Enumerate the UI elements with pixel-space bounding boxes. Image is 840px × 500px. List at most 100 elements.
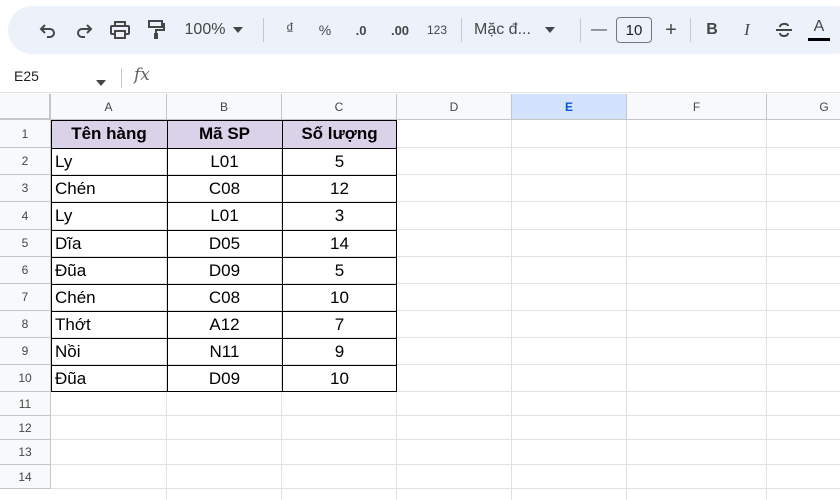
row-header-1[interactable]: 1 (0, 120, 51, 148)
table-border (51, 257, 397, 258)
table-cell[interactable]: Đũa (51, 257, 167, 284)
table-cell[interactable]: C08 (167, 175, 282, 202)
table-header-cell[interactable]: Mã SP (167, 120, 282, 148)
table-cell[interactable]: Thớt (51, 311, 167, 338)
table-cell[interactable]: L01 (167, 148, 282, 175)
row-header-14[interactable]: 14 (0, 465, 51, 489)
column-header-c[interactable]: C (282, 94, 397, 120)
increase-decimal-button[interactable]: .00 (384, 6, 416, 54)
toolbar-divider (263, 18, 264, 42)
zoom-value: 100% (184, 21, 226, 38)
row-gridline (51, 464, 840, 465)
table-cell[interactable]: Ly (51, 148, 167, 175)
font-family-value: Mặc đ... (474, 21, 531, 38)
chevron-down-icon (233, 27, 244, 33)
table-border (51, 120, 397, 121)
row-header-11[interactable]: 11 (0, 392, 51, 416)
row-header-8[interactable]: 8 (0, 311, 51, 338)
zoom-select[interactable]: 100% (180, 6, 248, 54)
formula-bar-divider (121, 68, 122, 88)
column-header-e[interactable]: E (512, 94, 627, 120)
table-cell[interactable]: C08 (167, 284, 282, 311)
text-color-button[interactable]: A (806, 6, 832, 54)
toolbar: 100% ₫ % .0 .00 123 Mặc đ... — 10 + B I … (0, 0, 840, 60)
chevron-down-icon (544, 27, 555, 33)
table-border (51, 230, 397, 231)
decrease-decimal-button[interactable]: .0 (347, 6, 375, 54)
table-header-cell[interactable]: Số lượng (282, 120, 397, 148)
bold-button[interactable]: B (700, 6, 724, 54)
number-format-button[interactable]: 123 (422, 6, 452, 54)
undo-icon[interactable] (36, 6, 60, 54)
percent-button[interactable]: % (313, 6, 337, 54)
table-border (167, 120, 168, 392)
column-header-d[interactable]: D (397, 94, 512, 120)
table-border (51, 311, 397, 312)
chevron-down-icon[interactable] (96, 73, 106, 91)
font-size-input[interactable]: 10 (615, 6, 653, 54)
table-cell[interactable]: N11 (167, 338, 282, 365)
table-cell[interactable]: 3 (282, 202, 397, 230)
table-header-cell[interactable]: Tên hàng (51, 120, 167, 148)
print-icon[interactable] (108, 6, 132, 54)
row-header-2[interactable]: 2 (0, 148, 51, 175)
table-cell[interactable]: Đũa (51, 365, 167, 392)
redo-icon[interactable] (72, 6, 96, 54)
table-cell[interactable]: Chén (51, 175, 167, 202)
table-cell[interactable]: 10 (282, 365, 397, 392)
font-size-value: 10 (616, 17, 652, 43)
row-gridline (51, 415, 840, 416)
row-header-5[interactable]: 5 (0, 230, 51, 257)
toolbar-divider (690, 18, 691, 42)
row-header-13[interactable]: 13 (0, 440, 51, 465)
row-header-10[interactable]: 10 (0, 365, 51, 392)
toolbar-divider (580, 18, 581, 42)
text-color-label: A (813, 18, 825, 35)
table-cell[interactable]: Nồi (51, 338, 167, 365)
table-border (51, 120, 52, 392)
table-border (51, 365, 397, 366)
table-cell[interactable]: A12 (167, 311, 282, 338)
row-header-3[interactable]: 3 (0, 175, 51, 202)
row-header-9[interactable]: 9 (0, 338, 51, 365)
table-border (396, 120, 397, 392)
decrease-decimal-label: .0 (355, 22, 367, 38)
row-header-4[interactable]: 4 (0, 202, 51, 230)
table-border (51, 338, 397, 339)
currency-button[interactable]: ₫ (278, 6, 302, 54)
table-cell[interactable]: 7 (282, 311, 397, 338)
column-header-a[interactable]: A (51, 94, 167, 120)
table-cell[interactable]: 14 (282, 230, 397, 257)
table-cell[interactable]: 5 (282, 257, 397, 284)
text-color-swatch (808, 38, 830, 41)
table-cell[interactable]: Dĩa (51, 230, 167, 257)
column-header-b[interactable]: B (167, 94, 282, 120)
column-header-g[interactable]: G (767, 94, 840, 120)
table-border (51, 284, 397, 285)
table-cell[interactable]: D09 (167, 365, 282, 392)
paint-format-icon[interactable] (144, 6, 168, 54)
select-all-corner[interactable] (0, 94, 51, 120)
table-cell[interactable]: Chén (51, 284, 167, 311)
table-cell[interactable]: D05 (167, 230, 282, 257)
table-cell[interactable]: 10 (282, 284, 397, 311)
font-size-increase-button[interactable]: + (660, 6, 682, 54)
table-cell[interactable]: 9 (282, 338, 397, 365)
font-family-select[interactable]: Mặc đ... (474, 6, 568, 54)
table-cell[interactable]: 5 (282, 148, 397, 175)
row-header-6[interactable]: 6 (0, 257, 51, 284)
table-cell[interactable]: D09 (167, 257, 282, 284)
name-box[interactable]: E25 (14, 68, 39, 84)
table-cell[interactable]: 12 (282, 175, 397, 202)
table-border (282, 120, 283, 392)
strikethrough-icon[interactable] (772, 6, 796, 54)
table-border (51, 148, 397, 149)
column-header-f[interactable]: F (627, 94, 767, 120)
row-header-7[interactable]: 7 (0, 284, 51, 311)
row-header-12[interactable]: 12 (0, 416, 51, 440)
table-cell[interactable]: L01 (167, 202, 282, 230)
italic-button[interactable]: I (735, 6, 759, 54)
table-cell[interactable]: Ly (51, 202, 167, 230)
font-size-decrease-button[interactable]: — (588, 6, 610, 54)
formula-input[interactable] (170, 68, 830, 88)
